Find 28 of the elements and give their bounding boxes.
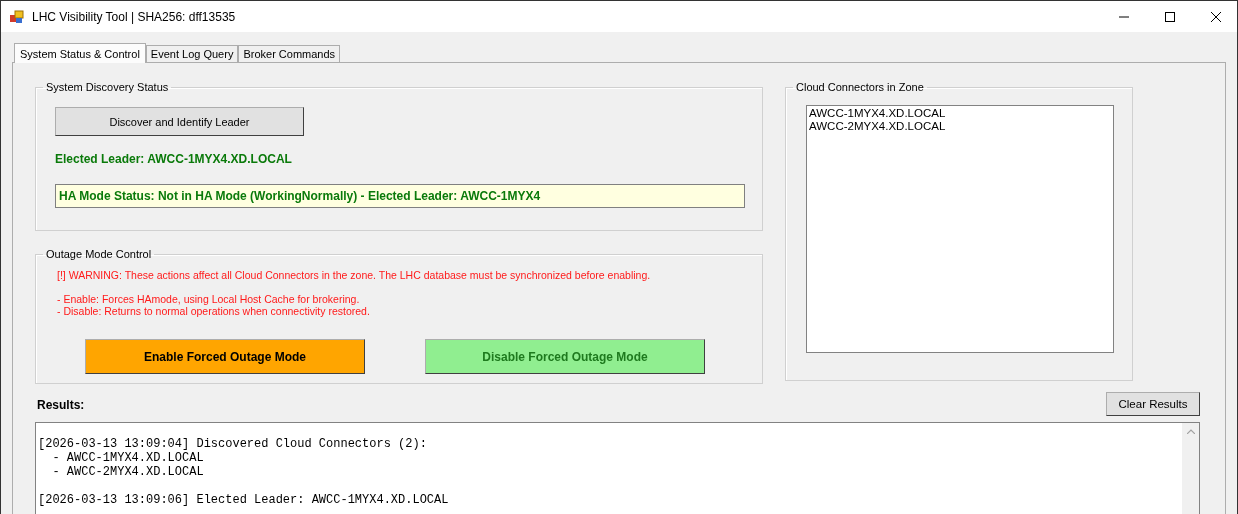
ha-status-field: HA Mode Status: Not in HA Mode (WorkingNormally) - Elected Leader: AWCC-1MYX4: [55, 184, 745, 208]
maximize-icon[interactable]: [1164, 10, 1176, 23]
group-title: Cloud Connectors in Zone: [795, 81, 925, 93]
log-line: [2026-03-13 13:09:06] Elected Leader: AWCC-1MYX4.XD.LOCAL: [38, 493, 450, 507]
close-icon[interactable]: [1210, 10, 1222, 23]
list-item[interactable]: AWCC-1MYX4.XD.LOCAL: [809, 107, 1111, 120]
tab[interactable]: Event Log Query: [145, 45, 239, 62]
disable-outage-button[interactable]: Disable Forced Outage Mode: [425, 339, 705, 374]
group-title: System Discovery Status: [45, 81, 170, 93]
note-text: - Enable: Forces HAmode, using Local Host Cache for brokering.: [57, 293, 361, 305]
leader-label: Elected Leader: AWCC-1MYX4.XD.LOCAL: [55, 152, 293, 166]
log-line: - AWCC-2MYX4.XD.LOCAL: [51, 465, 205, 479]
discover-button[interactable]: Discover and Identify Leader: [55, 107, 304, 136]
results-label: Results:: [36, 398, 85, 412]
list-item[interactable]: AWCC-2MYX4.XD.LOCAL: [809, 120, 1111, 133]
scroll-up-icon[interactable]: [1186, 429, 1195, 434]
tab[interactable]: System Status & Control: [14, 43, 146, 63]
enable-outage-button[interactable]: Enable Forced Outage Mode: [85, 339, 365, 374]
app-icon: [10, 9, 24, 24]
warning-text: [!] WARNING: These actions affect all Cloud Connectors in the zone. The LHC database must be synchronized before enabling.: [57, 269, 652, 281]
window-title: LHC Visibility Tool | SHA256: dff13535: [32, 9, 236, 24]
group-title: Outage Mode Control: [45, 248, 153, 260]
log-line: - AWCC-1MYX4.XD.LOCAL: [51, 451, 205, 465]
note-text: - Disable: Returns to normal operations when connectivity restored.: [57, 305, 371, 317]
clear-results-button[interactable]: Clear Results: [1106, 392, 1200, 416]
log-line: [2026-03-13 13:09:04] Discovered Cloud Connectors (2):: [38, 437, 428, 451]
tab[interactable]: Broker Commands: [238, 45, 341, 62]
scrollbar[interactable]: [1182, 423, 1199, 514]
